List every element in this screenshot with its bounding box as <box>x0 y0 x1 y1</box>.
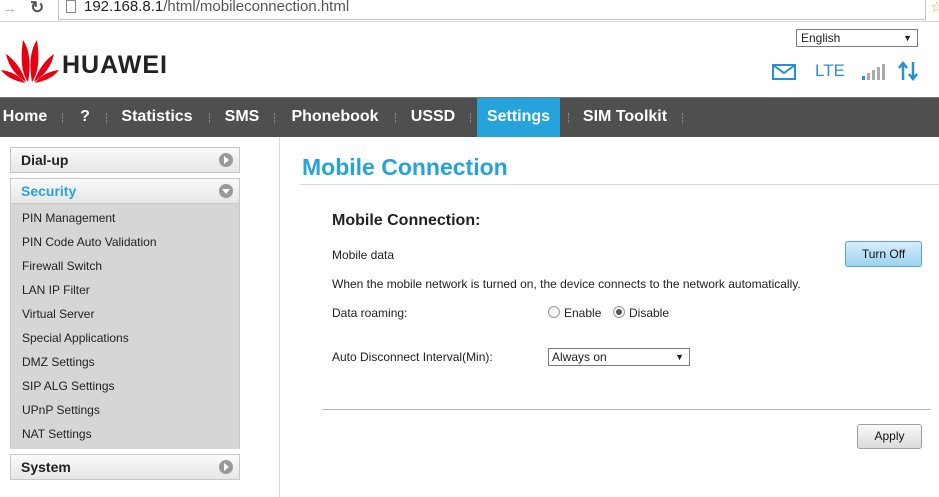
section-title: Mobile Connection: <box>332 212 481 229</box>
reload-icon[interactable]: ↻ <box>30 0 44 18</box>
sidebar-item-nat-settings[interactable]: NAT Settings <box>11 422 239 446</box>
signal-strength-icon <box>862 64 885 80</box>
security-submenu: PIN Management PIN Code Auto Validation … <box>10 204 240 449</box>
data-roaming-label: Data roaming: <box>332 306 408 320</box>
sidebar-security[interactable]: Security <box>10 178 240 204</box>
sidebar-item-sip-alg-settings[interactable]: SIP ALG Settings <box>11 374 239 398</box>
bookmark-star-icon[interactable]: ☆ <box>930 0 939 16</box>
nav-separator <box>470 113 472 123</box>
dropdown-arrow-icon: ▼ <box>903 33 912 43</box>
language-select[interactable]: English ▼ <box>796 29 918 47</box>
nav-separator <box>106 113 108 123</box>
sidebar-item-dmz-settings[interactable]: DMZ Settings <box>11 350 239 374</box>
nav-separator <box>568 113 570 123</box>
roaming-disable-radio[interactable] <box>613 306 625 318</box>
sidebar: Dial-up Security PIN Management PIN Code… <box>10 147 240 480</box>
sidebar-item-virtual-server[interactable]: Virtual Server <box>11 302 239 326</box>
nav-separator <box>209 113 211 123</box>
main-nav: Home ? Statistics SMS Phonebook USSD Set… <box>0 97 939 137</box>
auto-disconnect-value: Always on <box>552 350 607 364</box>
brand-name: HUAWEI <box>62 51 168 79</box>
sidebar-system-label: System <box>21 459 71 475</box>
roaming-enable-radio[interactable] <box>548 306 560 318</box>
info-text: When the mobile network is turned on, th… <box>332 277 801 291</box>
auto-disconnect-select[interactable]: Always on ▼ <box>548 348 690 366</box>
collapse-arrow-icon <box>219 184 233 198</box>
nav-home[interactable]: Home <box>0 98 50 137</box>
nav-separator <box>274 113 276 123</box>
turn-off-button[interactable]: Turn Off <box>845 241 922 267</box>
mail-icon[interactable] <box>772 64 796 80</box>
dropdown-arrow-icon: ▼ <box>675 352 684 362</box>
sidebar-system[interactable]: System <box>10 454 240 480</box>
address-bar[interactable]: 192.168.8.1/html/mobileconnection.html <box>58 0 926 20</box>
back-arrow-icon[interactable]: → <box>2 0 17 17</box>
nav-separator <box>62 113 64 123</box>
nav-settings[interactable]: Settings <box>477 98 560 137</box>
roaming-disable-label[interactable]: Disable <box>629 306 669 320</box>
expand-arrow-icon <box>219 153 233 167</box>
browser-toolbar: → ↻ 192.168.8.1/html/mobileconnection.ht… <box>0 0 939 22</box>
nav-separator <box>682 113 684 123</box>
url-text[interactable]: 192.168.8.1/html/mobileconnection.html <box>84 0 349 15</box>
sidebar-item-firewall-switch[interactable]: Firewall Switch <box>11 254 239 278</box>
header: HUAWEI English ▼ LTE <box>0 22 939 97</box>
sidebar-item-special-applications[interactable]: Special Applications <box>11 326 239 350</box>
network-type-label: LTE <box>815 61 845 80</box>
page-title: Mobile Connection <box>302 154 508 180</box>
sidebar-item-pin-auto-validation[interactable]: PIN Code Auto Validation <box>11 230 239 254</box>
sidebar-security-label: Security <box>21 183 77 199</box>
sidebar-dialup[interactable]: Dial-up <box>10 147 240 173</box>
data-transfer-icon <box>898 61 918 81</box>
content-divider <box>279 137 280 497</box>
nav-ussd[interactable]: USSD <box>404 98 462 137</box>
auto-disconnect-label: Auto Disconnect Interval(Min): <box>332 350 493 364</box>
nav-statistics[interactable]: Statistics <box>116 98 198 137</box>
language-value: English <box>801 31 841 45</box>
nav-sim-toolkit[interactable]: SIM Toolkit <box>576 98 674 137</box>
sidebar-item-pin-management[interactable]: PIN Management <box>11 206 239 230</box>
nav-help[interactable]: ? <box>74 98 96 137</box>
roaming-enable-label[interactable]: Enable <box>564 306 601 320</box>
nav-separator <box>395 113 397 123</box>
page-icon <box>66 0 76 13</box>
title-divider <box>300 184 939 185</box>
huawei-logo <box>1 40 59 83</box>
content-divider-line <box>322 409 931 410</box>
expand-arrow-icon <box>219 460 233 474</box>
sidebar-dialup-label: Dial-up <box>21 152 69 168</box>
nav-sms[interactable]: SMS <box>220 98 264 137</box>
apply-button[interactable]: Apply <box>857 424 922 449</box>
nav-phonebook[interactable]: Phonebook <box>284 98 386 137</box>
sidebar-item-lan-ip-filter[interactable]: LAN IP Filter <box>11 278 239 302</box>
sidebar-item-upnp-settings[interactable]: UPnP Settings <box>11 398 239 422</box>
mobile-data-label: Mobile data <box>332 248 395 262</box>
